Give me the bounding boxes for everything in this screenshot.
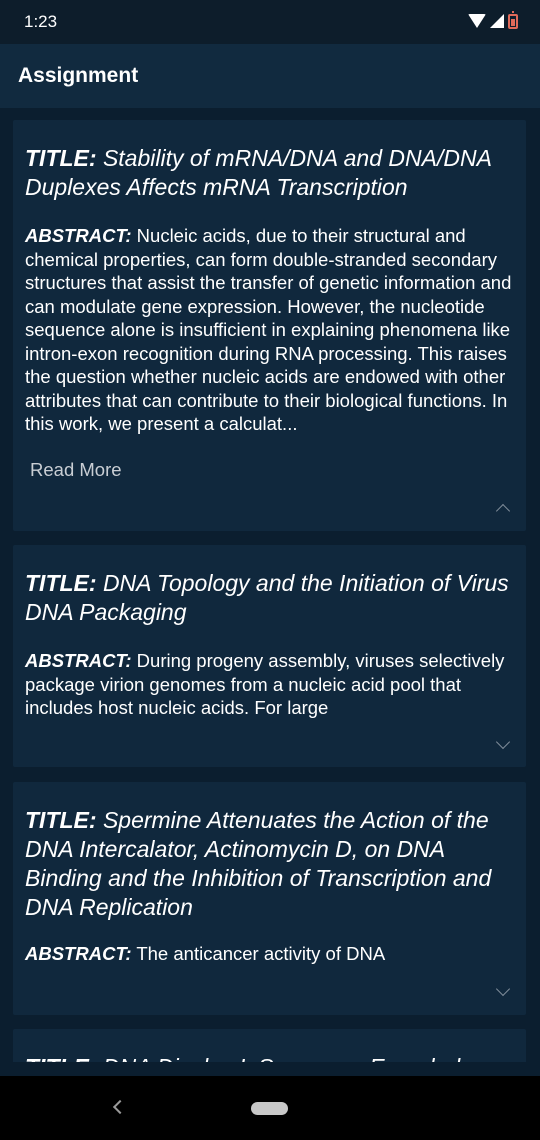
card-title: TITLE: Spermine Attenuates the Action of… xyxy=(25,806,514,922)
abstract-text: The anticancer activity of DNA xyxy=(136,943,386,964)
title-text: DNA Display I. Sequence-Encoded xyxy=(103,1054,460,1062)
read-more-link[interactable]: Read More xyxy=(30,459,122,481)
battery-icon xyxy=(508,10,518,29)
abstract-text: Nucleic acids, due to their structural a… xyxy=(25,225,512,434)
card-abstract: ABSTRACT: During progeny assembly, virus… xyxy=(25,649,514,720)
chevron-down-icon[interactable] xyxy=(495,734,511,750)
page-title: Assignment xyxy=(18,64,139,87)
title-label: TITLE: xyxy=(25,807,97,833)
abstract-label: ABSTRACT: xyxy=(25,650,132,671)
navigation-bar xyxy=(0,1076,540,1140)
chevron-down-icon[interactable] xyxy=(495,981,511,997)
back-icon[interactable] xyxy=(112,1099,128,1115)
app-bar: Assignment xyxy=(0,44,540,108)
title-text: DNA Topology and the Initiation of Virus… xyxy=(25,570,509,625)
status-icons xyxy=(468,10,518,30)
card-title: TITLE: Stability of mRNA/DNA and DNA/DNA… xyxy=(25,144,514,202)
signal-icon xyxy=(490,14,504,28)
card-abstract: ABSTRACT: Nucleic acids, due to their st… xyxy=(25,224,514,436)
assignment-card[interactable]: TITLE: Spermine Attenuates the Action of… xyxy=(13,782,526,1015)
status-time: 1:23 xyxy=(24,12,58,31)
abstract-label: ABSTRACT: xyxy=(25,225,132,246)
title-label: TITLE: xyxy=(25,145,97,171)
assignment-list[interactable]: TITLE: Stability of mRNA/DNA and DNA/DNA… xyxy=(0,108,540,1062)
card-title: TITLE: DNA Topology and the Initiation o… xyxy=(25,569,514,627)
wifi-icon xyxy=(468,14,486,28)
abstract-label: ABSTRACT: xyxy=(25,943,132,964)
card-title: TITLE: DNA Display I. Sequence-Encoded xyxy=(25,1053,514,1062)
assignment-card[interactable]: TITLE: Stability of mRNA/DNA and DNA/DNA… xyxy=(13,120,526,531)
title-label: TITLE: xyxy=(25,1054,97,1062)
status-bar: 1:23 xyxy=(0,0,540,44)
assignment-card[interactable]: TITLE: DNA Topology and the Initiation o… xyxy=(13,545,526,767)
chevron-up-icon[interactable] xyxy=(495,503,511,519)
title-label: TITLE: xyxy=(25,570,97,596)
home-button[interactable] xyxy=(251,1102,288,1115)
card-abstract: ABSTRACT: The anticancer activity of DNA xyxy=(25,942,514,966)
assignment-card[interactable]: TITLE: DNA Display I. Sequence-Encoded xyxy=(13,1029,526,1062)
